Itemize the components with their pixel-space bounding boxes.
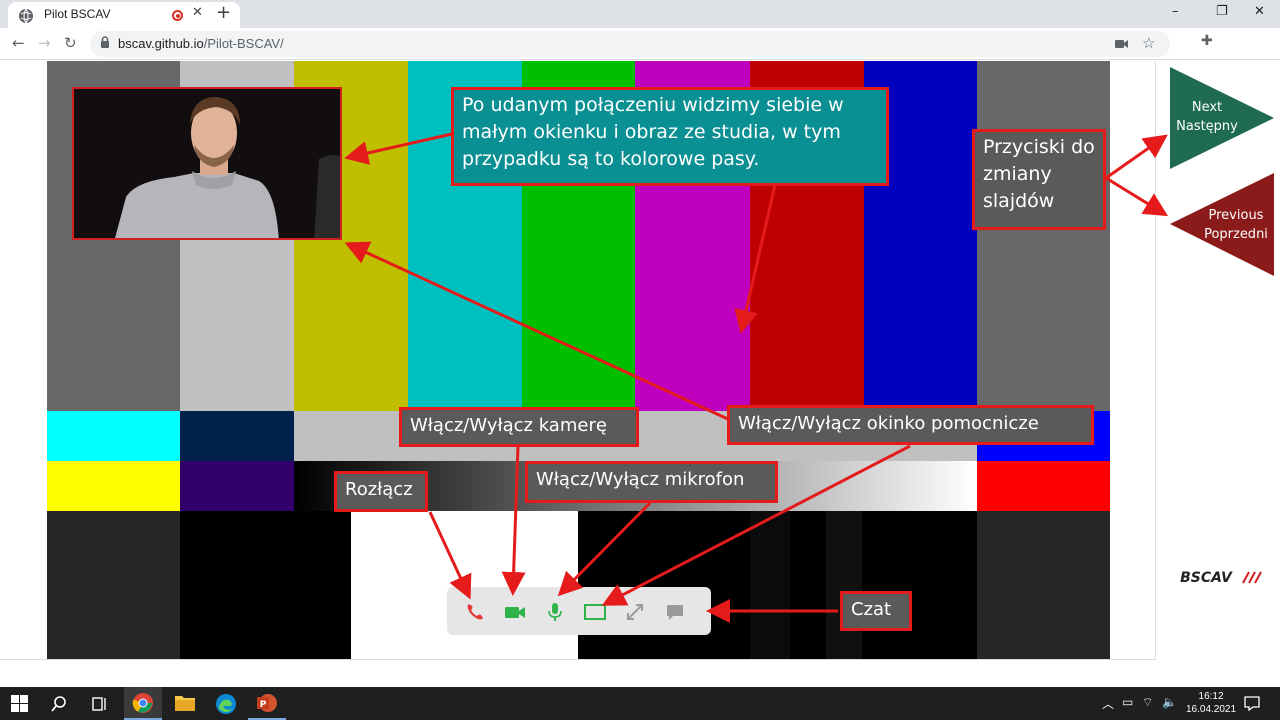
callout-hangup: Rozłącz	[334, 471, 428, 512]
powerpoint-icon: P	[257, 694, 277, 712]
svg-text:P: P	[260, 700, 267, 710]
callout-slide-buttons: Przyciski do zmiany slajdów	[972, 129, 1106, 230]
callout-camera: Włącz/Wyłącz kamerę	[399, 407, 639, 447]
file-explorer-icon[interactable]	[174, 693, 196, 713]
arrow-helper-selfview	[344, 241, 731, 422]
arrow-intro-stream	[734, 184, 777, 334]
clock-date: 16.04.2021	[1186, 704, 1237, 715]
arrow-camera	[501, 445, 526, 596]
arrow-mic	[557, 501, 652, 597]
arrow-intro-selfview	[344, 132, 453, 165]
notifications-icon[interactable]	[1244, 695, 1260, 711]
tray-expand-icon[interactable]: ︿	[1102, 695, 1114, 712]
system-clock[interactable]: 16:12 16.04.2021	[1186, 690, 1236, 716]
edge-icon[interactable]	[214, 692, 238, 716]
chrome-icon	[132, 693, 153, 713]
wifi-icon[interactable]: ⌔	[1142, 695, 1153, 710]
taskbar: P ︿ ▭ ⌔ 🔈 16:12 16.04.2021	[0, 687, 1280, 720]
volume-icon[interactable]: 🔈	[1162, 695, 1177, 709]
clock-time: 16:12	[1198, 691, 1224, 702]
arrow-hangup	[428, 511, 472, 600]
battery-icon[interactable]: ▭	[1122, 695, 1133, 709]
callout-helper-window: Włącz/Wyłącz okinko pomocnicze	[727, 405, 1094, 445]
callout-chat: Czat	[840, 591, 912, 631]
search-icon[interactable]	[50, 695, 68, 713]
callout-intro: Po udanym połączeniu widzimy siebie w ma…	[451, 87, 889, 186]
task-view-icon[interactable]	[90, 695, 108, 713]
windows-start-icon[interactable]	[11, 695, 28, 712]
arrow-next	[1105, 134, 1168, 180]
callout-microphone: Włącz/Wyłącz mikrofon	[525, 461, 778, 503]
arrow-previous	[1105, 176, 1169, 217]
taskbar-powerpoint[interactable]: P	[248, 687, 286, 720]
taskbar-chrome-active[interactable]	[124, 687, 162, 720]
